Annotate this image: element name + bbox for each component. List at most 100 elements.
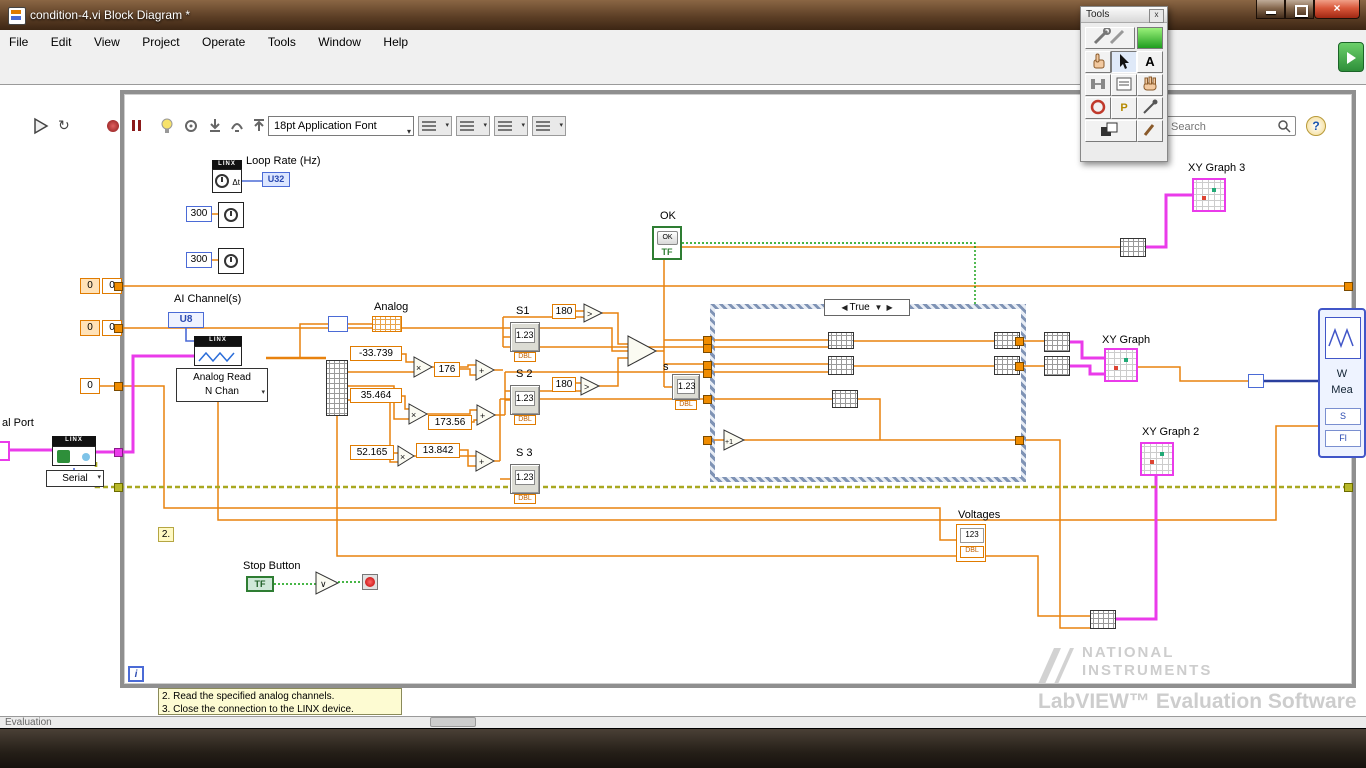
array-index-constant[interactable]: 0 [80, 278, 100, 294]
convert-node[interactable] [1248, 374, 1264, 388]
menu-window[interactable]: Window [309, 30, 370, 49]
tunnel [703, 344, 712, 353]
edit-text-tool[interactable]: A [1137, 51, 1163, 73]
linx-timing-node[interactable]: Δt [212, 169, 242, 193]
device-icon [57, 450, 70, 463]
shortcut-menu-tool[interactable] [1111, 74, 1137, 96]
linx-analog-read-icon[interactable] [194, 346, 242, 366]
s3-indicator[interactable]: 1.23 [510, 464, 540, 494]
analog-array-indicator[interactable] [372, 316, 402, 332]
close-button[interactable]: × [1314, 0, 1360, 19]
position-select-tool[interactable] [1111, 51, 1137, 73]
array-index-constant[interactable]: 0 [80, 320, 100, 336]
numeric-constant[interactable]: 0 [80, 378, 100, 394]
bundle-xy-node[interactable] [1044, 332, 1070, 352]
voltages-label: Voltages [958, 509, 1001, 521]
serial-selector[interactable]: Serial ▾ [46, 470, 104, 487]
stop-button-terminal[interactable]: TF [246, 576, 274, 592]
linx-open-header[interactable]: LINX [52, 436, 96, 446]
array-index-icon[interactable] [328, 316, 348, 332]
tunnel [1344, 282, 1353, 291]
xy-graph2-label: XY Graph 2 [1142, 426, 1200, 438]
scrollbar-thumb[interactable] [430, 717, 476, 727]
wire-tool[interactable] [1085, 74, 1111, 96]
diagram-comment[interactable]: 2. Read the specified analog channels. 3… [158, 688, 402, 715]
window-title: condition-4.vi Block Diagram * [30, 8, 191, 22]
xy-graph3-terminal[interactable] [1192, 178, 1226, 212]
xy-graph2-terminal[interactable] [1140, 442, 1174, 476]
menu-file[interactable]: File [0, 30, 37, 49]
coefficient-constant[interactable]: 52.165 [350, 445, 394, 460]
step-note[interactable]: 2. [158, 527, 174, 542]
linx-timing-header[interactable]: LINX [212, 160, 242, 169]
index-array-node[interactable] [326, 360, 348, 416]
case-selector[interactable]: ◀ True ▼ ▶ [824, 299, 910, 316]
wait-ms-node[interactable] [218, 248, 244, 274]
loop-condition-terminal[interactable] [362, 574, 378, 590]
set-color-tool[interactable] [1085, 120, 1137, 142]
xy-graph-terminal[interactable] [1104, 348, 1138, 382]
u8-array-constant[interactable]: U8 [168, 312, 204, 328]
case-prev-icon[interactable]: ◀ [839, 303, 849, 312]
run-button[interactable] [32, 117, 52, 135]
dbl-tag: DBL [514, 494, 536, 504]
wait-ms-constant[interactable]: 300 [186, 206, 212, 222]
bundle-xy-node[interactable] [1044, 356, 1070, 376]
ok-button-terminal[interactable]: OK TF [652, 226, 682, 260]
menu-edit[interactable]: Edit [42, 30, 81, 49]
menu-tools[interactable]: Tools [259, 30, 305, 49]
labview-upgrade-icon[interactable] [1338, 42, 1364, 72]
offset-constant[interactable]: 173.56 [428, 415, 472, 430]
s2-indicator[interactable]: 1.23 [510, 385, 540, 415]
get-color-tool[interactable] [1137, 97, 1163, 119]
write-measurement-express-vi[interactable]: W Mea S Fl [1318, 308, 1366, 458]
menu-project[interactable]: Project [133, 30, 188, 49]
breakpoint-tool[interactable] [1085, 97, 1111, 119]
tools-palette-close-button[interactable]: x [1149, 9, 1164, 23]
s-indicator[interactable]: 1.23 [672, 374, 700, 400]
chevron-down-icon[interactable]: ▼ [873, 303, 885, 312]
minimize-button[interactable] [1256, 0, 1285, 19]
wait-ms-node[interactable] [218, 202, 244, 228]
bundle-xy-node[interactable] [1090, 610, 1116, 629]
analog-read-selector[interactable]: Analog Read N Chan ▾ [176, 368, 268, 402]
express-input-filename[interactable]: Fl [1325, 430, 1361, 447]
express-input-signals[interactable]: S [1325, 408, 1361, 425]
chevron-down-icon: ▾ [261, 389, 265, 396]
s1-indicator[interactable]: 1.23 [510, 322, 540, 352]
limit-constant[interactable]: 180 [552, 377, 576, 392]
horizontal-scrollbar[interactable] [0, 716, 1366, 728]
run-continuous-button[interactable]: ↻ [58, 117, 78, 135]
bundle-node[interactable] [828, 356, 854, 375]
iteration-terminal[interactable]: i [128, 666, 144, 682]
probe-tool[interactable]: P [1111, 97, 1137, 119]
bundle-node[interactable] [832, 390, 858, 408]
color-squares-icon [1101, 122, 1118, 136]
coefficient-constant[interactable]: -33.739 [350, 346, 402, 361]
linx-analog-read-header[interactable]: LINX [194, 336, 242, 346]
auto-tool-select-button[interactable] [1085, 27, 1135, 49]
operate-value-tool[interactable] [1085, 51, 1111, 73]
coefficient-constant[interactable]: 35.464 [350, 388, 402, 403]
offset-constant[interactable]: 13.842 [416, 443, 460, 458]
linx-open-icon[interactable] [52, 446, 96, 466]
bundle-node[interactable] [828, 332, 854, 349]
menu-help[interactable]: Help [374, 30, 417, 49]
wait-ms-constant[interactable]: 300 [186, 252, 212, 268]
u32-constant[interactable]: U32 [262, 172, 290, 187]
menu-view[interactable]: View [85, 30, 129, 49]
brush-tool[interactable] [1137, 120, 1163, 142]
offset-constant[interactable]: 176 [434, 362, 460, 377]
limit-constant[interactable]: 180 [552, 304, 576, 319]
menu-operate[interactable]: Operate [193, 30, 254, 49]
tools-palette[interactable]: Tools x A P [1080, 6, 1168, 162]
s3-value: 1.23 [515, 470, 535, 485]
serial-port-control-cut[interactable] [0, 441, 10, 461]
brush-icon [1143, 124, 1155, 136]
bundle-xy-node[interactable] [1120, 238, 1146, 257]
scroll-tool[interactable] [1137, 74, 1163, 96]
maximize-button[interactable] [1285, 0, 1314, 19]
case-structure-border[interactable] [710, 304, 1026, 482]
case-next-icon[interactable]: ▶ [884, 303, 894, 312]
voltages-indicator[interactable]: 123 DBL [956, 524, 986, 562]
